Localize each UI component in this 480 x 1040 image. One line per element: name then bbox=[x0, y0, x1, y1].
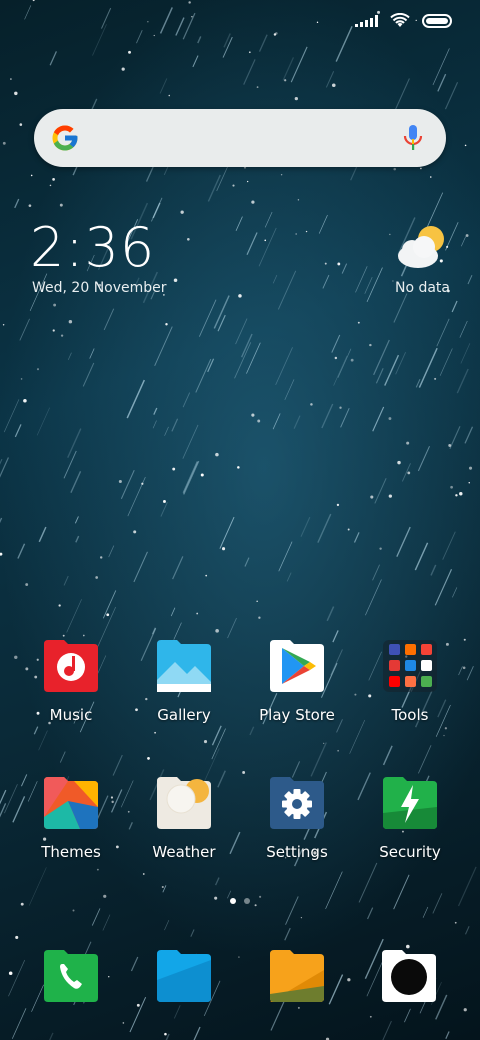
app-tools-folder[interactable]: Tools bbox=[354, 640, 466, 724]
themes-icon bbox=[44, 777, 98, 829]
tools-folder-icon bbox=[383, 640, 437, 692]
app-weather[interactable]: Weather bbox=[128, 777, 240, 861]
settings-gear-icon bbox=[270, 777, 324, 829]
dock-messages[interactable] bbox=[157, 950, 211, 1002]
music-icon bbox=[44, 640, 98, 692]
google-g-icon bbox=[52, 125, 78, 151]
app-themes[interactable]: Themes bbox=[15, 777, 127, 861]
app-security[interactable]: Security bbox=[354, 777, 466, 861]
gallery-icon bbox=[157, 640, 211, 692]
dock-phone[interactable] bbox=[44, 950, 98, 1002]
microphone-icon[interactable] bbox=[402, 124, 424, 152]
app-label: Settings bbox=[266, 843, 328, 861]
app-label: Play Store bbox=[259, 706, 335, 724]
camera-icon bbox=[382, 950, 436, 1002]
clock-date: Wed, 20 November bbox=[32, 280, 167, 296]
google-search-bar[interactable] bbox=[34, 109, 446, 167]
status-bar bbox=[355, 10, 452, 32]
page-indicator bbox=[0, 898, 480, 904]
app-music[interactable]: Music bbox=[15, 640, 127, 724]
file-manager-icon bbox=[270, 950, 324, 1002]
app-play-store[interactable]: Play Store bbox=[241, 640, 353, 724]
dock-camera[interactable] bbox=[382, 950, 436, 1002]
partly-cloudy-icon[interactable] bbox=[396, 224, 450, 270]
app-label: Tools bbox=[391, 706, 429, 724]
clock-time[interactable]: 2:36 bbox=[30, 216, 155, 279]
security-shield-icon bbox=[383, 777, 437, 829]
cellular-signal-icon bbox=[355, 15, 378, 27]
app-label: Security bbox=[379, 843, 441, 861]
dock-file-manager[interactable] bbox=[270, 950, 324, 1002]
app-label: Themes bbox=[41, 843, 101, 861]
phone-icon bbox=[44, 950, 98, 1002]
weather-icon bbox=[157, 777, 211, 829]
app-settings[interactable]: Settings bbox=[241, 777, 353, 861]
app-label: Weather bbox=[152, 843, 216, 861]
page-dot-active bbox=[230, 898, 236, 904]
weather-label: No data bbox=[394, 280, 450, 296]
play-store-icon bbox=[270, 640, 324, 692]
app-label: Music bbox=[49, 706, 93, 724]
app-label: Gallery bbox=[157, 706, 211, 724]
app-gallery[interactable]: Gallery bbox=[128, 640, 240, 724]
messages-icon bbox=[157, 950, 211, 1002]
page-dot bbox=[244, 898, 250, 904]
wifi-icon bbox=[390, 13, 410, 27]
battery-icon bbox=[422, 14, 452, 28]
